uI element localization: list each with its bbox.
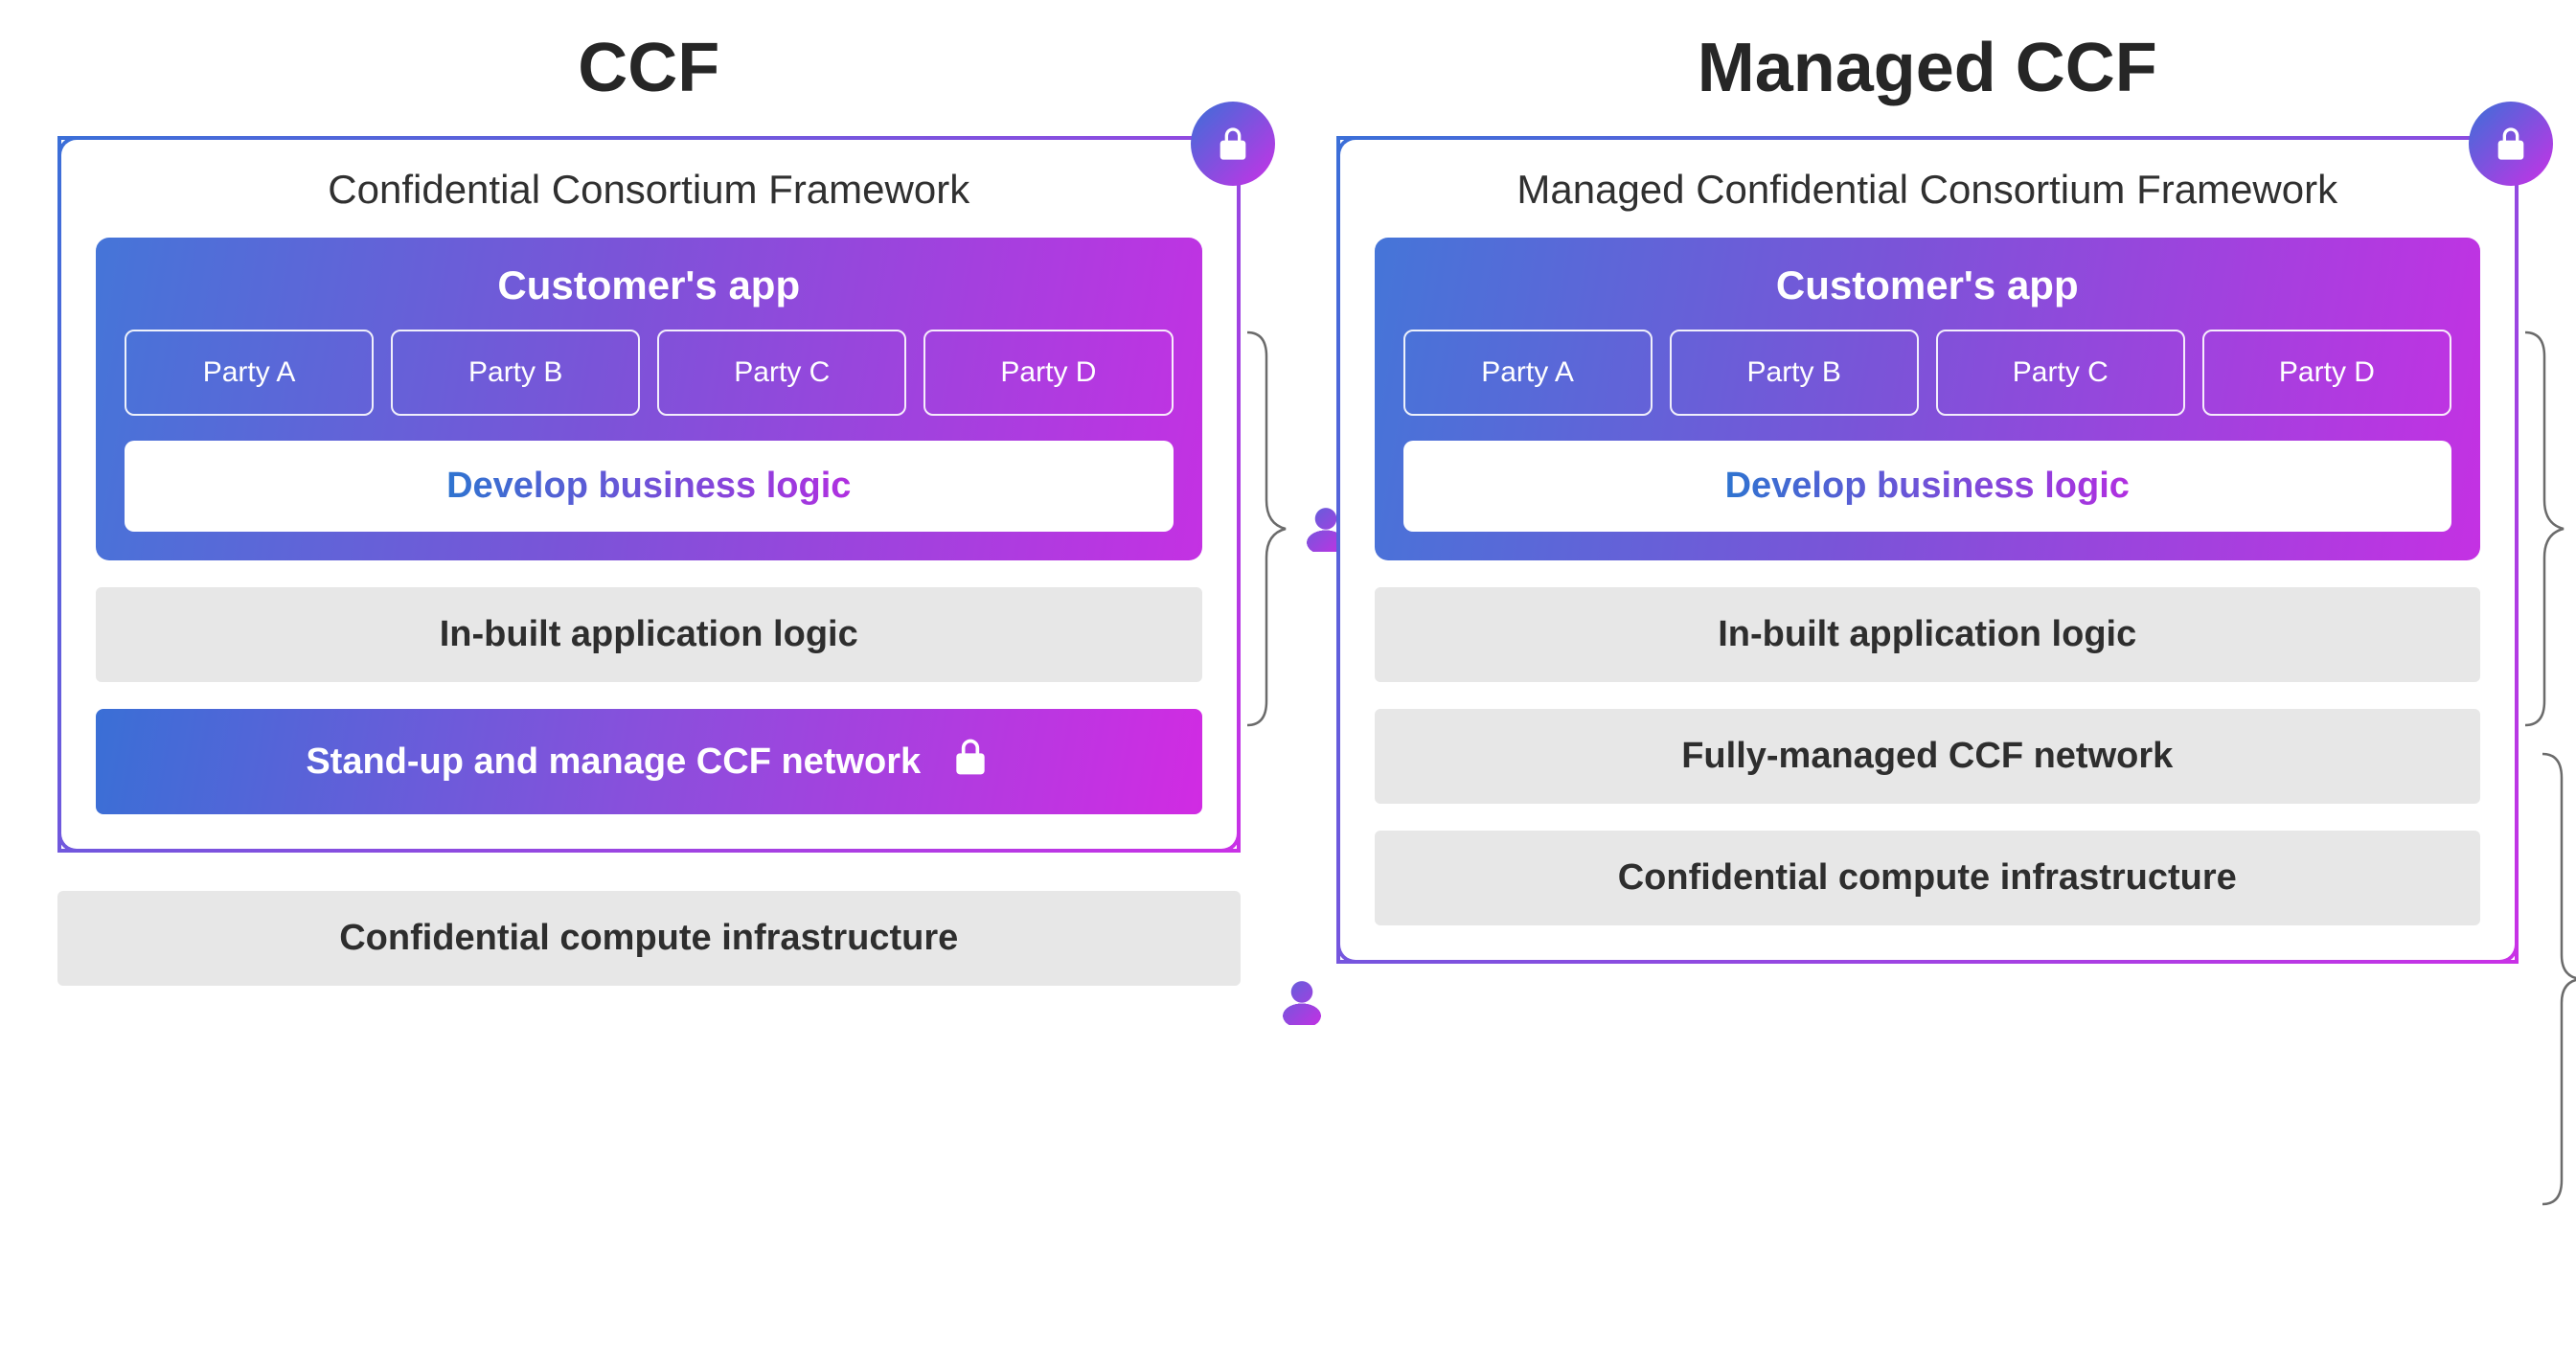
ccf-column: CCF Confidential Consortium Framework Cu…: [57, 29, 1241, 986]
party-box: Party D: [923, 330, 1173, 416]
develop-business-logic-bar: Develop business logic: [1403, 441, 2452, 532]
ccf-subtitle: Confidential Consortium Framework: [96, 167, 1202, 213]
managed-ccf-subtitle: Managed Confidential Consortium Framewor…: [1375, 167, 2481, 213]
customer-app-card: Customer's app Party A Party B Party C P…: [1375, 238, 2481, 560]
party-box: Party C: [657, 330, 906, 416]
platform-scope-bracket: [2538, 749, 2576, 1209]
lock-icon: [1191, 102, 1275, 186]
party-box: Party B: [391, 330, 640, 416]
confidential-compute-bar: Confidential compute infrastructure: [1375, 831, 2481, 925]
party-box: Party D: [2202, 330, 2451, 416]
develop-label: Develop business logic: [1725, 466, 2130, 506]
managed-network-bar: Fully-managed CCF network: [1375, 709, 2481, 804]
lock-icon: [2469, 102, 2553, 186]
user-scope-bracket: [2520, 328, 2576, 730]
managed-ccf-framework-box: Managed Confidential Consortium Framewor…: [1336, 136, 2519, 964]
diagram-root: CCF Confidential Consortium Framework Cu…: [57, 29, 2519, 986]
managed-ccf-title: Managed CCF: [1698, 29, 2157, 107]
confidential-compute-bar: Confidential compute infrastructure: [57, 891, 1241, 986]
develop-label: Develop business logic: [446, 466, 851, 506]
managed-ccf-column: Managed CCF Managed Confidential Consort…: [1336, 29, 2519, 964]
inbuilt-logic-bar: In-built application logic: [1375, 587, 2481, 682]
ccf-framework-box: Confidential Consortium Framework Custom…: [57, 136, 1241, 853]
party-box: Party A: [1403, 330, 1653, 416]
user-icon: [1282, 979, 1322, 1025]
party-box: Party B: [1670, 330, 1919, 416]
inbuilt-logic-bar: In-built application logic: [96, 587, 1202, 682]
user-scope-bracket: [1242, 328, 1346, 730]
customer-app-title: Customer's app: [125, 262, 1174, 308]
standup-manage-bar: Stand-up and manage CCF network: [96, 709, 1202, 814]
user-icon-lower: [1282, 979, 1322, 1025]
manage-label: Stand-up and manage CCF network: [306, 741, 921, 783]
lock-icon: [949, 736, 992, 787]
customer-app-title: Customer's app: [1403, 262, 2452, 308]
party-box: Party C: [1936, 330, 2185, 416]
develop-business-logic-bar: Develop business logic: [125, 441, 1174, 532]
party-row: Party A Party B Party C Party D: [125, 330, 1174, 416]
party-box: Party A: [125, 330, 374, 416]
party-row: Party A Party B Party C Party D: [1403, 330, 2452, 416]
ccf-title: CCF: [578, 29, 719, 107]
customer-app-card: Customer's app Party A Party B Party C P…: [96, 238, 1202, 560]
